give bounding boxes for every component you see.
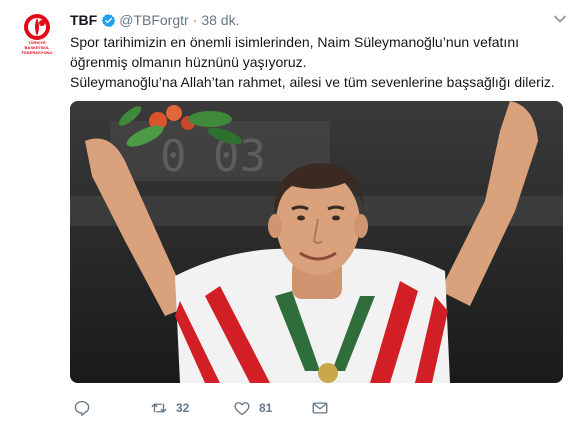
retweet-button[interactable]: 32	[150, 398, 189, 418]
tweet-paragraph: Spor tarihimizin en önemli isimlerinden,…	[70, 34, 519, 70]
tweet-paragraph: Süleymanoğlu’na Allah’tan rahmet, ailesi…	[70, 74, 555, 90]
like-button[interactable]: 81	[233, 398, 272, 418]
direct-message-icon	[312, 402, 328, 414]
author-name[interactable]: TBF	[70, 11, 97, 29]
reply-icon	[74, 400, 90, 416]
tbf-logo-icon	[24, 14, 50, 40]
tweet-actions: 32 81	[70, 398, 570, 418]
timestamp[interactable]: 38 dk.	[201, 11, 239, 29]
retweet-icon	[151, 403, 167, 413]
retweet-count: 32	[176, 401, 190, 415]
author-handle[interactable]: @TBForgtr	[119, 11, 188, 29]
svg-text:0 03: 0 03	[160, 131, 266, 182]
tweet-photo[interactable]: 0 03	[70, 101, 563, 383]
direct-message-button[interactable]	[311, 398, 329, 418]
avatar-caption: TÜRKİYE BASKETBOL FEDERASYONU	[21, 40, 53, 55]
separator-dot: ·	[192, 12, 198, 28]
verified-icon	[101, 13, 116, 27]
tweet-text: Spor tarihimizin en önemli isimlerinden,…	[70, 32, 570, 92]
chevron-down-icon[interactable]	[553, 14, 567, 24]
reply-button[interactable]	[73, 398, 99, 418]
like-icon	[234, 402, 250, 416]
weightlifter-photo: 0 03	[70, 101, 563, 383]
like-count: 81	[259, 401, 273, 415]
tweet-header: TBF @TBForgtr · 38 dk.	[70, 11, 239, 29]
tweet[interactable]: TÜRKİYE BASKETBOL FEDERASYONU TBF @TBFor…	[0, 0, 581, 431]
